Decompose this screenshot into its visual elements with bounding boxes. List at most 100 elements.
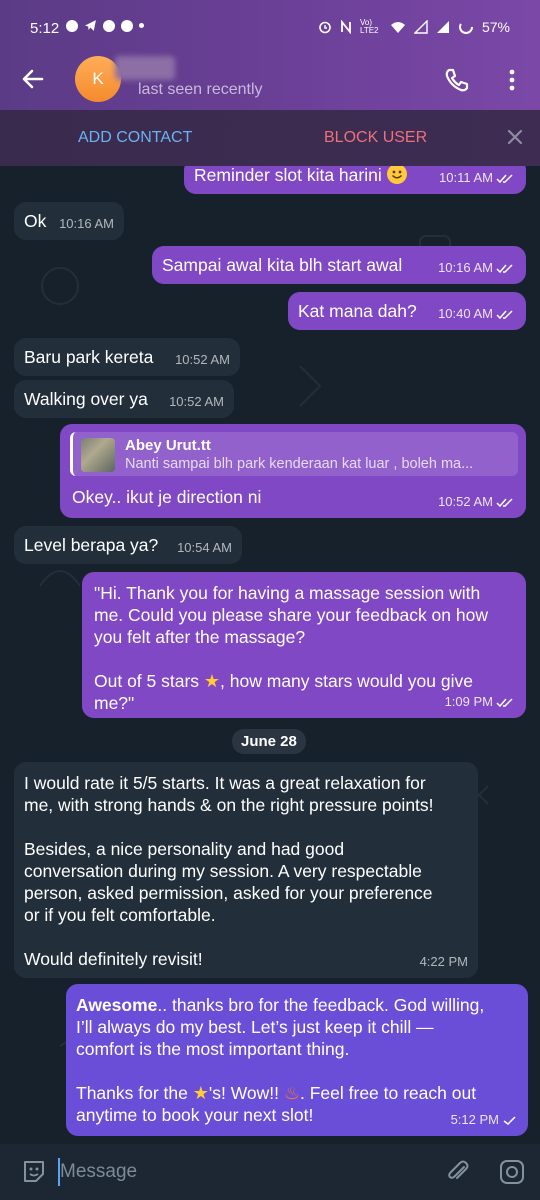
- message-line: Awesome.. thanks bro for the feedback. G…: [76, 994, 518, 1016]
- incoming-message[interactable]: Baru park kereta 10:52 AM: [14, 338, 240, 376]
- message-text: , how many stars would you give: [220, 671, 473, 691]
- message-meta: 1:09 PM: [445, 691, 516, 713]
- message-time: 10:16 AM: [438, 260, 493, 275]
- message-line: me. Could you please share your feedback…: [94, 605, 488, 625]
- signal-icon: [436, 21, 449, 33]
- message-text: Thanks for the: [76, 1083, 193, 1103]
- message-composer: [0, 1144, 540, 1200]
- message-time: 10:54 AM: [177, 540, 232, 555]
- reply-thumbnail-image: [81, 438, 115, 472]
- block-user-button[interactable]: BLOCK USER: [324, 129, 427, 147]
- more-notifications-icon: [139, 23, 144, 28]
- chat-header: K last seen recently: [0, 56, 540, 110]
- message-line: I would rate it 5/5 starts. It was a gre…: [24, 773, 426, 793]
- outgoing-message[interactable]: Awesome.. thanks bro for the feedback. G…: [66, 984, 528, 1136]
- close-icon[interactable]: [504, 126, 526, 148]
- message-time: 10:52 AM: [169, 394, 224, 409]
- read-double-check-icon: [496, 310, 513, 320]
- alarm-icon: [319, 21, 331, 34]
- message-meta: 10:40 AM: [438, 303, 516, 325]
- telegram-notification-icon: [85, 20, 96, 31]
- notification-icons: [66, 19, 144, 32]
- battery-icon: [458, 20, 473, 34]
- message-list[interactable]: Reminder slot kita harini 10:11 AM Ok 10…: [0, 166, 540, 1144]
- facebook-notification-icon: [121, 19, 133, 32]
- smile-emoji-icon: [386, 166, 407, 184]
- incoming-message[interactable]: I would rate it 5/5 starts. It was a gre…: [14, 762, 478, 978]
- message-time: 10:40 AM: [438, 306, 493, 321]
- message-line: you felt after the massage?: [94, 627, 306, 647]
- sent-check-icon: [503, 1116, 516, 1126]
- battery-percent: 57%: [481, 19, 510, 35]
- message-text: 's! Wow!!: [208, 1083, 284, 1103]
- message-meta: 5:12 PM: [451, 1109, 518, 1131]
- nfc-icon: [341, 20, 351, 34]
- avatar-initial: K: [92, 69, 104, 88]
- message-meta: 10:11 AM: [439, 167, 516, 189]
- message-meta: 10:52 AM: [438, 491, 516, 513]
- message-line: me, with strong hands & on the right pre…: [24, 795, 434, 815]
- sticker-emoji-icon[interactable]: [20, 1158, 48, 1186]
- phone-call-icon[interactable]: [443, 66, 471, 94]
- message-text: Kat mana dah?: [298, 301, 417, 321]
- message-text: Walking over ya: [24, 389, 148, 409]
- lte-label: Vo) LTE2: [359, 18, 379, 35]
- reply-sender-name: Abey Urut.tt: [125, 437, 211, 454]
- contact-name-redacted[interactable]: [115, 56, 175, 80]
- telegram-notification-icon: [66, 19, 78, 32]
- message-line: Thanks for the ★'s! Wow!! ♨. Feel free t…: [76, 1082, 518, 1104]
- outgoing-message[interactable]: "Hi. Thank you for having a massage sess…: [82, 572, 526, 718]
- message-line: Out of 5 stars ★, how many stars would y…: [94, 670, 514, 692]
- message-text: Okey.. ikut je direction ni: [72, 487, 262, 507]
- wifi-icon: [390, 22, 405, 33]
- back-arrow-icon[interactable]: [18, 64, 48, 94]
- system-icons: Vo) LTE2 57%: [318, 19, 510, 35]
- message-text: Baru park kereta: [24, 347, 154, 367]
- message-text: . Feel free to reach out: [300, 1083, 477, 1103]
- message-meta: 10:16 AM: [438, 257, 516, 279]
- message-text: Reminder slot kita harini: [194, 166, 382, 185]
- read-double-check-icon: [496, 264, 513, 274]
- read-double-check-icon: [496, 498, 513, 508]
- message-bold-text: Awesome: [76, 995, 158, 1015]
- message-text: Ok: [24, 211, 47, 231]
- message-time: 4:22 PM: [419, 954, 468, 969]
- message-time: 10:52 AM: [175, 352, 230, 367]
- message-line: or if you felt comfortable.: [24, 905, 216, 925]
- facebook-notification-icon: [103, 19, 115, 32]
- message-text: Out of 5 stars: [94, 671, 204, 691]
- message-text: Level berapa ya?: [24, 535, 159, 555]
- message-line: I’ll always do my best. Let’s just keep …: [76, 1017, 434, 1037]
- message-text: .. thanks bro for the feedback. God will…: [157, 995, 485, 1015]
- quoted-reply[interactable]: Abey Urut.tt Nanti sampai blh park kende…: [70, 432, 518, 476]
- incoming-message[interactable]: Level berapa ya? 10:54 AM: [14, 526, 242, 564]
- outgoing-message[interactable]: Kat mana dah? 10:40 AM: [288, 292, 526, 330]
- attach-paperclip-icon[interactable]: [444, 1158, 472, 1186]
- message-time: 5:12 PM: [450, 1112, 499, 1127]
- date-separator: June 28: [232, 729, 306, 754]
- message-input[interactable]: [60, 1158, 420, 1186]
- fire-emoji-icon: ♨: [283, 1083, 300, 1103]
- message-time: 10:11 AM: [439, 170, 493, 185]
- message-time: 10:52 AM: [438, 494, 493, 509]
- read-double-check-icon: [496, 698, 513, 708]
- message-line: "Hi. Thank you for having a massage sess…: [94, 583, 481, 603]
- incoming-message[interactable]: Ok 10:16 AM: [14, 202, 124, 240]
- add-contact-button[interactable]: ADD CONTACT: [78, 129, 192, 147]
- outgoing-message[interactable]: Reminder slot kita harini 10:11 AM: [184, 166, 526, 194]
- message-line: person, asked permission, asked for your…: [24, 883, 433, 903]
- message-line: Would definitely revisit!: [24, 949, 203, 969]
- message-line: conversation during my session. A very r…: [24, 861, 422, 881]
- outgoing-message[interactable]: Sampai awal kita blh start awal 10:16 AM: [152, 246, 526, 284]
- status-bar: 5:12 Vo) LTE2 57%: [0, 0, 540, 56]
- reply-preview-text: Nanti sampai blh park kenderaan kat luar…: [125, 456, 474, 472]
- message-line: comfort is the most important thing.: [76, 1039, 350, 1059]
- last-seen-status: last seen recently: [138, 81, 263, 98]
- more-options-icon[interactable]: [498, 66, 526, 94]
- camera-icon[interactable]: [498, 1158, 526, 1186]
- message-text: Sampai awal kita blh start awal: [162, 255, 403, 275]
- status-time: 5:12: [30, 20, 60, 37]
- contact-action-bar: ADD CONTACT BLOCK USER: [0, 110, 540, 166]
- message-time: 1:09 PM: [444, 694, 493, 709]
- incoming-message[interactable]: Walking over ya 10:52 AM: [14, 380, 234, 418]
